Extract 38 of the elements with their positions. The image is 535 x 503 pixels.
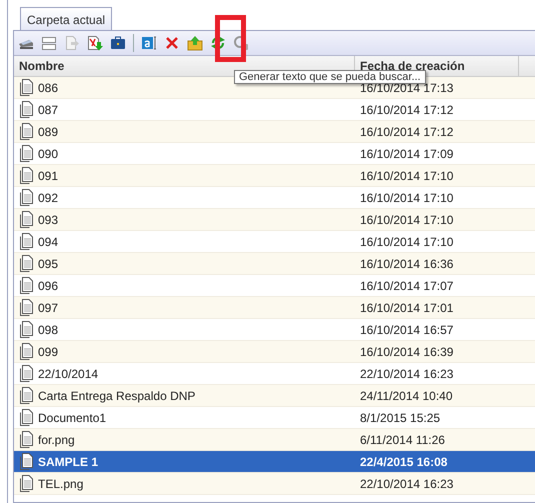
file-name: 091 [38,168,58,182]
file-name: 089 [38,124,58,138]
creation-date: 16/10/2014 17:10 [360,168,454,182]
file-name: 087 [38,102,58,116]
file-name: 099 [38,344,58,358]
file-name: TEL.png [38,476,84,490]
creation-date: 16/10/2014 16:57 [360,322,454,336]
creation-date: 22/10/2014 16:23 [360,366,454,380]
file-name: 098 [38,322,58,336]
creation-date: 16/10/2014 16:36 [360,256,454,270]
creation-date: 16/10/2014 17:12 [360,124,454,138]
creation-date: 16/10/2014 17:12 [360,102,454,116]
tooltip: Generar texto que se pueda buscar... [234,70,426,84]
creation-date: 16/10/2014 17:10 [360,190,454,204]
file-name: for.png [38,432,75,446]
creation-date: 8/1/2015 15:25 [360,410,440,424]
creation-date: 22/4/2015 16:08 [360,454,448,468]
creation-date: 16/10/2014 16:39 [360,344,454,358]
creation-date: 6/11/2014 11:26 [360,432,445,446]
file-name: 095 [38,256,58,270]
creation-date: 16/10/2014 17:10 [360,212,454,226]
file-name: 097 [38,300,58,314]
creation-date: 16/10/2014 17:01 [360,300,454,314]
file-name: 22/10/2014 [38,366,98,380]
creation-date: 16/10/2014 17:07 [360,278,454,292]
creation-date: 24/11/2014 10:40 [360,388,453,402]
file-name: SAMPLE 1 [38,454,98,468]
creation-date: 22/10/2014 16:23 [360,476,454,490]
creation-date: 16/10/2014 17:10 [360,234,454,248]
creation-date: 16/10/2014 17:09 [360,146,454,160]
file-name: Carta Entrega Respaldo DNP [38,388,196,402]
file-name: 092 [38,190,58,204]
file-name: 086 [38,80,58,94]
file-name: Documento1 [38,410,106,424]
file-name: 090 [38,146,58,160]
file-name: 094 [38,234,58,248]
file-name: 096 [38,278,58,292]
file-name: 093 [38,212,58,226]
